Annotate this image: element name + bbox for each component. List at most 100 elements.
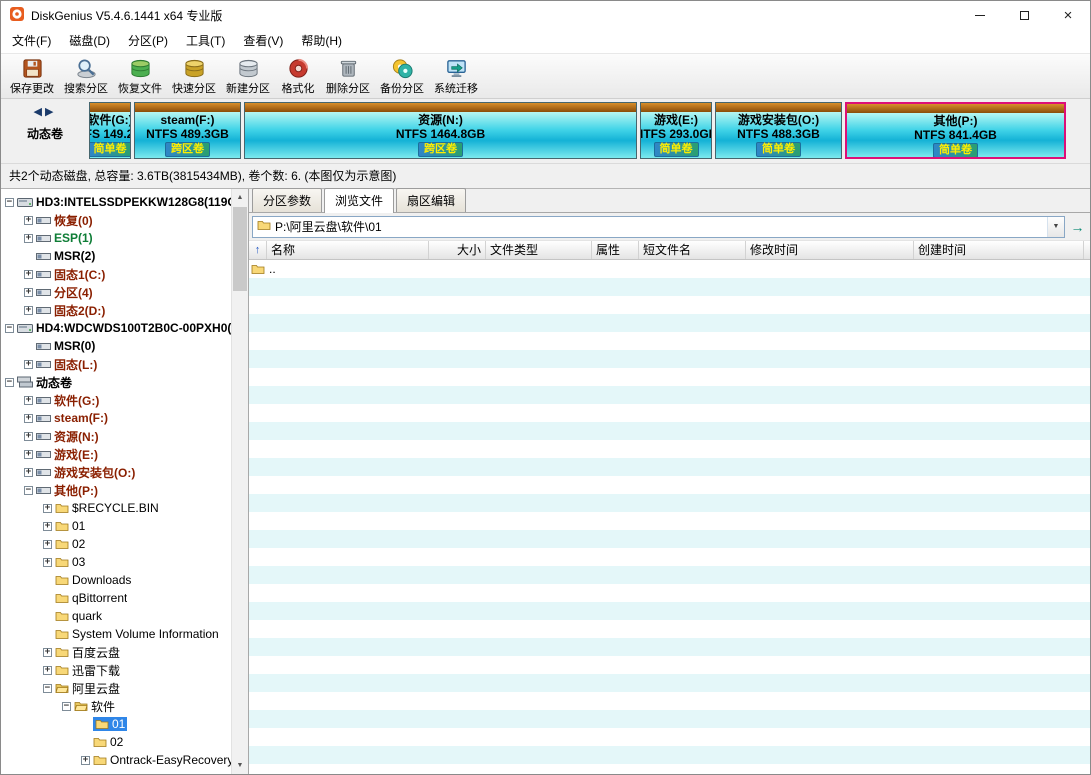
column-header-5[interactable]: 修改时间: [746, 241, 914, 259]
format-button[interactable]: 格式化: [275, 56, 321, 97]
expand-toggle-icon[interactable]: −: [62, 701, 71, 711]
scroll-left-icon[interactable]: ◀: [34, 106, 45, 118]
tab-1[interactable]: 浏览文件: [324, 188, 395, 213]
tree-item[interactable]: +03: [1, 553, 231, 571]
column-header-0[interactable]: 名称: [267, 241, 429, 259]
expand-toggle-icon[interactable]: +: [24, 269, 33, 279]
tree-item[interactable]: + 资源(N:): [1, 427, 231, 445]
go-button[interactable]: →: [1068, 216, 1087, 238]
sort-up-icon[interactable]: ↑: [249, 241, 267, 259]
tree-item[interactable]: qBittorrent: [1, 589, 231, 607]
tree-item[interactable]: +01: [1, 517, 231, 535]
delete-partition-button[interactable]: 删除分区: [321, 56, 375, 97]
tree-item[interactable]: + steam(F:): [1, 409, 231, 427]
tree-item[interactable]: Downloads: [1, 571, 231, 589]
menu-item-0[interactable]: 文件(F): [3, 29, 60, 53]
tree-item[interactable]: +02: [1, 535, 231, 553]
scroll-right-icon[interactable]: ▶: [45, 106, 56, 118]
tree-item[interactable]: + 分区(4): [1, 283, 231, 301]
menu-item-4[interactable]: 查看(V): [234, 29, 292, 53]
tree-item[interactable]: − HD3:INTELSSDPEKKW128G8(119G: [1, 193, 231, 211]
tree-item[interactable]: + 固态1(C:): [1, 265, 231, 283]
path-dropdown-button[interactable]: ▼: [1047, 216, 1064, 237]
tree-item[interactable]: + 迅雷下载: [1, 661, 231, 679]
partition-block[interactable]: 资源(N:) NTFS 1464.8GB 跨区卷: [244, 102, 637, 159]
partition-block[interactable]: 游戏安装包(O:) NTFS 488.3GB 简单卷: [715, 102, 842, 159]
menu-item-1[interactable]: 磁盘(D): [60, 29, 119, 53]
save-changes-button[interactable]: 保存更改: [5, 56, 59, 97]
column-header-1[interactable]: 大小: [429, 241, 486, 259]
tree-item[interactable]: − 动态卷: [1, 373, 231, 391]
tree-item[interactable]: + 游戏安装包(O:): [1, 463, 231, 481]
scrollbar-thumb[interactable]: [233, 207, 247, 291]
expand-toggle-icon[interactable]: −: [5, 197, 14, 207]
expand-toggle-icon[interactable]: +: [24, 359, 33, 369]
expand-toggle-icon[interactable]: +: [24, 305, 33, 315]
maximize-button[interactable]: [1002, 1, 1046, 29]
expand-toggle-icon[interactable]: +: [43, 521, 52, 531]
tab-0[interactable]: 分区参数: [252, 188, 323, 212]
tree-item[interactable]: MSR(2): [1, 247, 231, 265]
tree-item[interactable]: quark: [1, 607, 231, 625]
tree-item[interactable]: − 阿里云盘: [1, 679, 231, 697]
expand-toggle-icon[interactable]: −: [5, 377, 14, 387]
system-migration-button[interactable]: 系统迁移: [429, 56, 483, 97]
scrollbar-down-button[interactable]: ▼: [232, 757, 248, 774]
expand-toggle-icon[interactable]: +: [24, 467, 33, 477]
tree-item[interactable]: + $RECYCLE.BIN: [1, 499, 231, 517]
expand-toggle-icon[interactable]: +: [24, 449, 33, 459]
tree-scrollbar[interactable]: ▲ ▼: [231, 189, 248, 774]
expand-toggle-icon[interactable]: +: [24, 413, 33, 423]
expand-toggle-icon[interactable]: +: [43, 557, 52, 567]
tree-item[interactable]: − 其他(P:): [1, 481, 231, 499]
tree-item[interactable]: MSR(0): [1, 337, 231, 355]
tree-item[interactable]: + Ontrack-EasyRecovery: [1, 751, 231, 769]
menu-item-3[interactable]: 工具(T): [177, 29, 234, 53]
expand-toggle-icon[interactable]: +: [24, 215, 33, 225]
tree-item[interactable]: 02: [1, 733, 231, 751]
close-button[interactable]: ×: [1046, 1, 1090, 29]
expand-toggle-icon[interactable]: −: [5, 323, 14, 333]
menu-item-5[interactable]: 帮助(H): [292, 29, 351, 53]
tree-item[interactable]: − 软件: [1, 697, 231, 715]
expand-toggle-icon[interactable]: +: [43, 647, 52, 657]
expand-toggle-icon[interactable]: +: [24, 287, 33, 297]
partition-block[interactable]: 其他(P:) NTFS 841.4GB 简单卷: [845, 102, 1066, 159]
tree-item[interactable]: + 百度云盘: [1, 643, 231, 661]
expand-toggle-icon[interactable]: +: [24, 431, 33, 441]
expand-toggle-icon[interactable]: +: [24, 395, 33, 405]
partition-block[interactable]: 游戏(E:)NTFS 293.0GB简单卷: [640, 102, 712, 159]
column-header-4[interactable]: 短文件名: [639, 241, 746, 259]
column-header-2[interactable]: 文件类型: [486, 241, 592, 259]
quick-partition-button[interactable]: 快速分区: [167, 56, 221, 97]
tree-item[interactable]: + 软件(G:): [1, 391, 231, 409]
tree-item[interactable]: + 固态(L:): [1, 355, 231, 373]
file-row[interactable]: ..: [249, 260, 1090, 278]
expand-toggle-icon[interactable]: +: [43, 539, 52, 549]
menu-item-2[interactable]: 分区(P): [119, 29, 177, 53]
new-partition-button[interactable]: 新建分区: [221, 56, 275, 97]
partition-block[interactable]: 软件(G:)NTFS 149.2GB简单卷: [89, 102, 131, 159]
column-header-6[interactable]: 创建时间: [914, 241, 1084, 259]
expand-toggle-icon[interactable]: +: [24, 233, 33, 243]
expand-toggle-icon[interactable]: −: [43, 683, 52, 693]
expand-toggle-icon[interactable]: −: [24, 485, 33, 495]
tree-item[interactable]: 01: [1, 715, 231, 733]
search-partition-button[interactable]: 搜索分区: [59, 56, 113, 97]
tree-item[interactable]: + 恢复(0): [1, 211, 231, 229]
tree-item[interactable]: + 游戏(E:): [1, 445, 231, 463]
minimize-button[interactable]: [958, 1, 1002, 29]
recover-files-button[interactable]: 恢复文件: [113, 56, 167, 97]
expand-toggle-icon[interactable]: +: [43, 503, 52, 513]
path-input[interactable]: P:\阿里云盘\软件\01 ▼: [252, 215, 1065, 238]
partition-block[interactable]: steam(F:) NTFS 489.3GB 跨区卷: [134, 102, 241, 159]
tab-2[interactable]: 扇区编辑: [396, 188, 467, 212]
scrollbar-up-button[interactable]: ▲: [232, 189, 248, 206]
expand-toggle-icon[interactable]: +: [81, 755, 90, 765]
tree-item[interactable]: + 固态2(D:): [1, 301, 231, 319]
tree-item[interactable]: + ESP(1): [1, 229, 231, 247]
tree-item[interactable]: − HD4:WDCWDS100T2B0C-00PXH0(: [1, 319, 231, 337]
backup-partition-button[interactable]: 备份分区: [375, 56, 429, 97]
column-header-3[interactable]: 属性: [592, 241, 639, 259]
expand-toggle-icon[interactable]: +: [43, 665, 52, 675]
